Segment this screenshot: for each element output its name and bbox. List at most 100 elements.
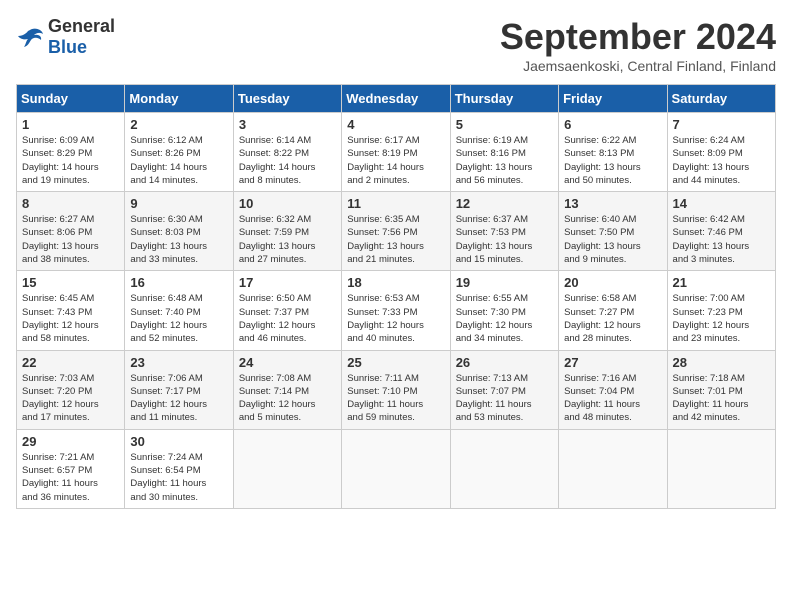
calendar-day-14: 14 Sunrise: 6:42 AM Sunset: 7:46 PM Dayli… (667, 192, 775, 271)
day-info: Sunrise: 6:53 AM Sunset: 7:33 PM Dayligh… (347, 292, 444, 345)
calendar-empty-cell (450, 429, 558, 508)
day-number: 9 (130, 196, 227, 211)
calendar-day-3: 3 Sunrise: 6:14 AM Sunset: 8:22 PM Daylig… (233, 113, 341, 192)
calendar-day-30: 30 Sunrise: 7:24 AM Sunset: 6:54 PM Dayli… (125, 429, 233, 508)
calendar-day-29: 29 Sunrise: 7:21 AM Sunset: 6:57 PM Dayli… (17, 429, 125, 508)
weekday-header-monday: Monday (125, 85, 233, 113)
calendar-day-27: 27 Sunrise: 7:16 AM Sunset: 7:04 PM Dayli… (559, 350, 667, 429)
calendar-week-row: 22 Sunrise: 7:03 AM Sunset: 7:20 PM Dayli… (17, 350, 776, 429)
calendar-day-11: 11Sunrise: 6:35 AM Sunset: 7:56 PM Dayli… (342, 192, 450, 271)
day-number: 7 (673, 117, 770, 132)
day-number: 21 (673, 275, 770, 290)
calendar-week-row: 15Sunrise: 6:45 AM Sunset: 7:43 PM Dayli… (17, 271, 776, 350)
day-info: Sunrise: 7:03 AM Sunset: 7:20 PM Dayligh… (22, 372, 119, 425)
day-info: Sunrise: 6:24 AM Sunset: 8:09 PM Dayligh… (673, 134, 770, 187)
day-info: Sunrise: 6:17 AM Sunset: 8:19 PM Dayligh… (347, 134, 444, 187)
day-info: Sunrise: 6:32 AM Sunset: 7:59 PM Dayligh… (239, 213, 336, 266)
day-number: 29 (22, 434, 119, 449)
day-number: 5 (456, 117, 553, 132)
day-number: 24 (239, 355, 336, 370)
day-number: 12 (456, 196, 553, 211)
day-info: Sunrise: 7:00 AM Sunset: 7:23 PM Dayligh… (673, 292, 770, 345)
calendar-day-23: 23 Sunrise: 7:06 AM Sunset: 7:17 PM Dayli… (125, 350, 233, 429)
day-info: Sunrise: 6:42 AM Sunset: 7:46 PM Dayligh… (673, 213, 770, 266)
calendar-day-18: 18 Sunrise: 6:53 AM Sunset: 7:33 PM Dayli… (342, 271, 450, 350)
day-info: Sunrise: 6:58 AM Sunset: 7:27 PM Dayligh… (564, 292, 661, 345)
month-title: September 2024 (500, 16, 776, 58)
day-number: 4 (347, 117, 444, 132)
day-number: 2 (130, 117, 227, 132)
day-info: Sunrise: 7:08 AM Sunset: 7:14 PM Dayligh… (239, 372, 336, 425)
day-info: Sunrise: 7:21 AM Sunset: 6:57 PM Dayligh… (22, 451, 119, 504)
day-number: 11 (347, 196, 444, 211)
weekday-header-tuesday: Tuesday (233, 85, 341, 113)
day-number: 26 (456, 355, 553, 370)
day-info: Sunrise: 7:13 AM Sunset: 7:07 PM Dayligh… (456, 372, 553, 425)
day-number: 30 (130, 434, 227, 449)
day-info: Sunrise: 6:45 AM Sunset: 7:43 PM Dayligh… (22, 292, 119, 345)
calendar-week-row: 8 Sunrise: 6:27 AM Sunset: 8:06 PM Daylig… (17, 192, 776, 271)
day-number: 18 (347, 275, 444, 290)
calendar-day-22: 22 Sunrise: 7:03 AM Sunset: 7:20 PM Dayli… (17, 350, 125, 429)
day-number: 8 (22, 196, 119, 211)
weekday-header-saturday: Saturday (667, 85, 775, 113)
day-number: 23 (130, 355, 227, 370)
day-number: 13 (564, 196, 661, 211)
calendar-day-8: 8 Sunrise: 6:27 AM Sunset: 8:06 PM Daylig… (17, 192, 125, 271)
day-info: Sunrise: 6:48 AM Sunset: 7:40 PM Dayligh… (130, 292, 227, 345)
day-number: 16 (130, 275, 227, 290)
weekday-header-thursday: Thursday (450, 85, 558, 113)
calendar-day-4: 4 Sunrise: 6:17 AM Sunset: 8:19 PM Daylig… (342, 113, 450, 192)
day-info: Sunrise: 7:24 AM Sunset: 6:54 PM Dayligh… (130, 451, 227, 504)
title-area: September 2024 Jaemsaenkoski, Central Fi… (500, 16, 776, 74)
weekday-header-sunday: Sunday (17, 85, 125, 113)
calendar-day-5: 5 Sunrise: 6:19 AM Sunset: 8:16 PM Daylig… (450, 113, 558, 192)
location-subtitle: Jaemsaenkoski, Central Finland, Finland (500, 58, 776, 74)
day-info: Sunrise: 6:50 AM Sunset: 7:37 PM Dayligh… (239, 292, 336, 345)
calendar-day-15: 15Sunrise: 6:45 AM Sunset: 7:43 PM Dayli… (17, 271, 125, 350)
day-number: 28 (673, 355, 770, 370)
calendar-day-28: 28Sunrise: 7:18 AM Sunset: 7:01 PM Dayli… (667, 350, 775, 429)
calendar-day-10: 10 Sunrise: 6:32 AM Sunset: 7:59 PM Dayli… (233, 192, 341, 271)
calendar-day-13: 13 Sunrise: 6:40 AM Sunset: 7:50 PM Dayli… (559, 192, 667, 271)
day-number: 22 (22, 355, 119, 370)
day-info: Sunrise: 6:09 AM Sunset: 8:29 PM Dayligh… (22, 134, 119, 187)
calendar-week-row: 29 Sunrise: 7:21 AM Sunset: 6:57 PM Dayli… (17, 429, 776, 508)
calendar-empty-cell (342, 429, 450, 508)
day-number: 3 (239, 117, 336, 132)
day-info: Sunrise: 6:14 AM Sunset: 8:22 PM Dayligh… (239, 134, 336, 187)
day-info: Sunrise: 7:06 AM Sunset: 7:17 PM Dayligh… (130, 372, 227, 425)
calendar-empty-cell (667, 429, 775, 508)
day-info: Sunrise: 6:55 AM Sunset: 7:30 PM Dayligh… (456, 292, 553, 345)
calendar-empty-cell (233, 429, 341, 508)
calendar-day-17: 17Sunrise: 6:50 AM Sunset: 7:37 PM Dayli… (233, 271, 341, 350)
calendar-day-9: 9 Sunrise: 6:30 AM Sunset: 8:03 PM Daylig… (125, 192, 233, 271)
weekday-header-wednesday: Wednesday (342, 85, 450, 113)
day-info: Sunrise: 6:12 AM Sunset: 8:26 PM Dayligh… (130, 134, 227, 187)
calendar-header-row: SundayMondayTuesdayWednesdayThursdayFrid… (17, 85, 776, 113)
day-number: 10 (239, 196, 336, 211)
calendar-day-25: 25Sunrise: 7:11 AM Sunset: 7:10 PM Dayli… (342, 350, 450, 429)
calendar-day-1: 1 Sunrise: 6:09 AM Sunset: 8:29 PM Daylig… (17, 113, 125, 192)
day-info: Sunrise: 6:30 AM Sunset: 8:03 PM Dayligh… (130, 213, 227, 266)
day-number: 1 (22, 117, 119, 132)
day-number: 27 (564, 355, 661, 370)
day-number: 25 (347, 355, 444, 370)
day-info: Sunrise: 6:19 AM Sunset: 8:16 PM Dayligh… (456, 134, 553, 187)
calendar-day-2: 2 Sunrise: 6:12 AM Sunset: 8:26 PM Daylig… (125, 113, 233, 192)
calendar-table: SundayMondayTuesdayWednesdayThursdayFrid… (16, 84, 776, 509)
logo: General Blue (16, 16, 115, 58)
calendar-day-24: 24 Sunrise: 7:08 AM Sunset: 7:14 PM Dayli… (233, 350, 341, 429)
day-info: Sunrise: 6:27 AM Sunset: 8:06 PM Dayligh… (22, 213, 119, 266)
day-info: Sunrise: 6:40 AM Sunset: 7:50 PM Dayligh… (564, 213, 661, 266)
day-info: Sunrise: 7:16 AM Sunset: 7:04 PM Dayligh… (564, 372, 661, 425)
calendar-day-7: 7 Sunrise: 6:24 AM Sunset: 8:09 PM Daylig… (667, 113, 775, 192)
day-info: Sunrise: 6:22 AM Sunset: 8:13 PM Dayligh… (564, 134, 661, 187)
day-number: 14 (673, 196, 770, 211)
weekday-header-friday: Friday (559, 85, 667, 113)
logo-general: General (48, 16, 115, 36)
day-number: 6 (564, 117, 661, 132)
logo-blue: Blue (48, 37, 87, 57)
calendar-day-16: 16 Sunrise: 6:48 AM Sunset: 7:40 PM Dayli… (125, 271, 233, 350)
calendar-day-26: 26 Sunrise: 7:13 AM Sunset: 7:07 PM Dayli… (450, 350, 558, 429)
